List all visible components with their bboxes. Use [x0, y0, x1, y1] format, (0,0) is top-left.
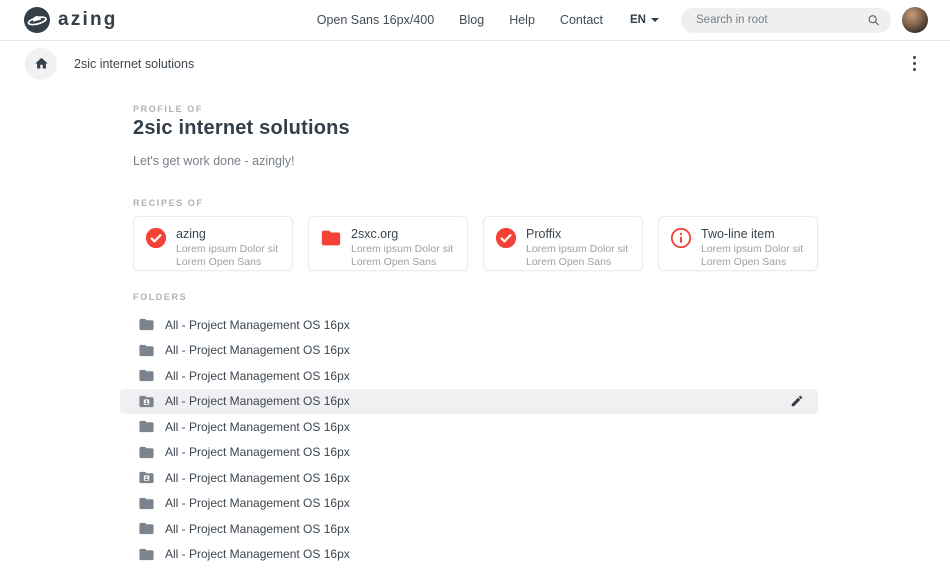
folder-icon: [138, 520, 155, 537]
card-description: Lorem ipsum Dolor sit Lorem Open Sans: [526, 243, 633, 268]
folder-row[interactable]: All - Project Management OS 16px: [120, 516, 818, 542]
folder-icon: [138, 367, 155, 384]
folder-label: All - Project Management OS 16px: [165, 420, 350, 434]
folder-shared-icon: [138, 393, 155, 410]
card-title: azing: [176, 227, 283, 242]
folder-icon: [138, 342, 155, 359]
folder-label: All - Project Management OS 16px: [165, 445, 350, 459]
search-box[interactable]: [681, 8, 891, 33]
nav-link-blog[interactable]: Blog: [459, 13, 484, 27]
folder-row[interactable]: All - Project Management OS 16px: [120, 440, 818, 466]
folder-label: All - Project Management OS 16px: [165, 522, 350, 536]
folder-row[interactable]: All - Project Management OS 16px: [120, 338, 818, 364]
user-avatar[interactable]: [902, 7, 928, 33]
nav-link-help[interactable]: Help: [509, 13, 535, 27]
card-description: Lorem ipsum Dolor sit Lorem Open Sans: [176, 243, 283, 268]
folder-icon: [138, 316, 155, 333]
chevron-down-icon: [651, 18, 659, 22]
card-title: Proffix: [526, 227, 633, 242]
check-circle-icon: [145, 227, 167, 249]
folder-icon: [138, 444, 155, 461]
recipe-card[interactable]: Proffix Lorem ipsum Dolor sit Lorem Open…: [483, 216, 643, 271]
search-input[interactable]: [681, 8, 891, 33]
folders-eyebrow: FOLDERS: [120, 292, 818, 302]
page-title: 2sic internet solutions: [120, 117, 818, 140]
brand-name: azing: [58, 9, 118, 31]
main-nav: Open Sans 16px/400 Blog Help Contact: [317, 13, 603, 27]
search-icon[interactable]: [867, 14, 880, 27]
folder-row[interactable]: All - Project Management OS 16px: [120, 363, 818, 389]
folder-list: All - Project Management OS 16px All - P…: [120, 312, 818, 567]
folder-row[interactable]: All - Project Management OS 16px: [120, 312, 818, 338]
top-navbar: azing Open Sans 16px/400 Blog Help Conta…: [0, 0, 950, 41]
check-circle-icon: [495, 227, 517, 249]
card-title: 2sxc.org: [351, 227, 458, 242]
main-content: PROFILE OF 2sic internet solutions Let's…: [120, 86, 818, 567]
brand-logo[interactable]: azing: [24, 7, 118, 33]
nav-link-open-sans[interactable]: Open Sans 16px/400: [317, 13, 434, 27]
folder-row[interactable]: All - Project Management OS 16px: [120, 542, 818, 568]
folder-label: All - Project Management OS 16px: [165, 318, 350, 332]
folder-label: All - Project Management OS 16px: [165, 343, 350, 357]
folder-icon: [320, 227, 342, 249]
folder-label: All - Project Management OS 16px: [165, 369, 350, 383]
language-selector[interactable]: EN: [630, 14, 659, 26]
info-icon: [670, 227, 692, 249]
recipe-card[interactable]: 2sxc.org Lorem ipsum Dolor sit Lorem Ope…: [308, 216, 468, 271]
folder-icon: [138, 418, 155, 435]
home-button[interactable]: [25, 48, 57, 80]
folder-icon: [138, 546, 155, 563]
profile-tagline: Let's get work done - azingly!: [120, 154, 818, 168]
folder-shared-icon: [138, 469, 155, 486]
azing-hat-logo-icon: [24, 7, 50, 33]
breadcrumb-current[interactable]: 2sic internet solutions: [74, 57, 194, 71]
recipe-card[interactable]: azing Lorem ipsum Dolor sit Lorem Open S…: [133, 216, 293, 271]
breadcrumb: 2sic internet solutions: [0, 41, 950, 86]
folder-label: All - Project Management OS 16px: [165, 394, 350, 408]
folder-label: All - Project Management OS 16px: [165, 547, 350, 561]
more-options-icon[interactable]: [907, 52, 923, 76]
folder-row[interactable]: All - Project Management OS 16px: [120, 491, 818, 517]
card-description: Lorem ipsum Dolor sit Lorem Open Sans: [351, 243, 458, 268]
folder-row[interactable]: All - Project Management OS 16px: [120, 465, 818, 491]
nav-link-contact[interactable]: Contact: [560, 13, 603, 27]
home-icon: [34, 56, 49, 71]
recipes-eyebrow: RECIPES OF: [120, 198, 818, 208]
folder-icon: [138, 495, 155, 512]
folder-row[interactable]: All - Project Management OS 16px: [120, 414, 818, 440]
folder-label: All - Project Management OS 16px: [165, 471, 350, 485]
recipe-card[interactable]: Two-line item Lorem ipsum Dolor sit Lore…: [658, 216, 818, 271]
language-label: EN: [630, 14, 646, 26]
folder-row[interactable]: All - Project Management OS 16px: [120, 389, 818, 415]
recipe-cards: azing Lorem ipsum Dolor sit Lorem Open S…: [120, 216, 818, 271]
card-title: Two-line item: [701, 227, 808, 242]
card-description: Lorem ipsum Dolor sit Lorem Open Sans: [701, 243, 808, 268]
folder-label: All - Project Management OS 16px: [165, 496, 350, 510]
profile-eyebrow: PROFILE OF: [120, 86, 818, 114]
edit-icon[interactable]: [788, 392, 806, 410]
